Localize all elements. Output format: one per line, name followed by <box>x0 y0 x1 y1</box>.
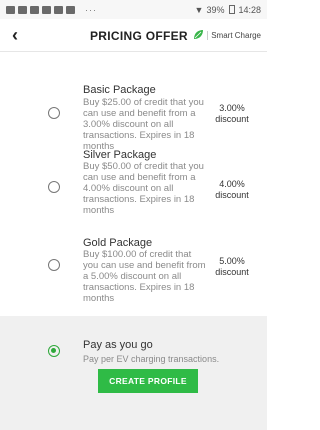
battery-percent: 39% <box>206 4 225 15</box>
discount-value: 5.00% <box>219 256 245 266</box>
radio-button[interactable] <box>48 259 60 271</box>
notification-icon <box>30 5 39 14</box>
signal-icon: ▼ <box>194 4 204 15</box>
discount-label: discount <box>215 114 249 124</box>
package-discount: 4.00% discount <box>207 179 257 201</box>
brand-name: Smart Charge <box>207 30 261 40</box>
notification-icon <box>66 5 75 14</box>
back-arrow-icon[interactable]: ‹ <box>12 25 18 46</box>
discount-label: discount <box>215 267 249 277</box>
package-description: Buy $25.00 of credit that you can use an… <box>83 97 204 152</box>
package-discount: 3.00% discount <box>207 103 257 125</box>
notification-icons <box>6 5 75 14</box>
clock: 14:28 <box>238 4 261 15</box>
package-name: Silver Package <box>83 149 157 161</box>
notification-icon <box>6 5 15 14</box>
create-profile-button[interactable]: CREATE PROFILE <box>98 369 198 393</box>
status-indicators: ▼ 39% 14:28 <box>195 5 261 15</box>
notification-icon <box>42 5 51 14</box>
discount-value: 4.00% <box>219 179 245 189</box>
pay-as-you-go-description: Pay per EV charging transactions. <box>83 354 220 364</box>
discount-value: 3.00% <box>219 103 245 113</box>
pay-as-you-go-name: Pay as you go <box>83 339 153 351</box>
leaf-logo-icon <box>194 30 204 39</box>
notification-icon <box>54 5 63 14</box>
more-notifications-icon: ··· <box>85 4 97 15</box>
package-name: Basic Package <box>83 84 156 96</box>
radio-button[interactable] <box>48 181 60 193</box>
brand: Smart Charge <box>192 29 261 41</box>
radio-button[interactable] <box>48 107 60 119</box>
package-discount: 5.00% discount <box>207 256 257 278</box>
package-description: Buy $50.00 of credit that you can use an… <box>83 161 204 216</box>
app-header: ‹ PRICING OFFER Smart Charge <box>0 19 267 52</box>
radio-button-selected[interactable] <box>48 345 60 357</box>
battery-icon <box>229 5 236 14</box>
package-name: Gold Package <box>83 237 153 249</box>
page-title: PRICING OFFER <box>90 29 188 43</box>
package-description: Buy $100.00 of credit that you can use a… <box>83 249 206 304</box>
status-bar: ··· ▼ 39% 14:28 <box>0 0 267 19</box>
notification-icon <box>18 5 27 14</box>
discount-label: discount <box>215 190 249 200</box>
